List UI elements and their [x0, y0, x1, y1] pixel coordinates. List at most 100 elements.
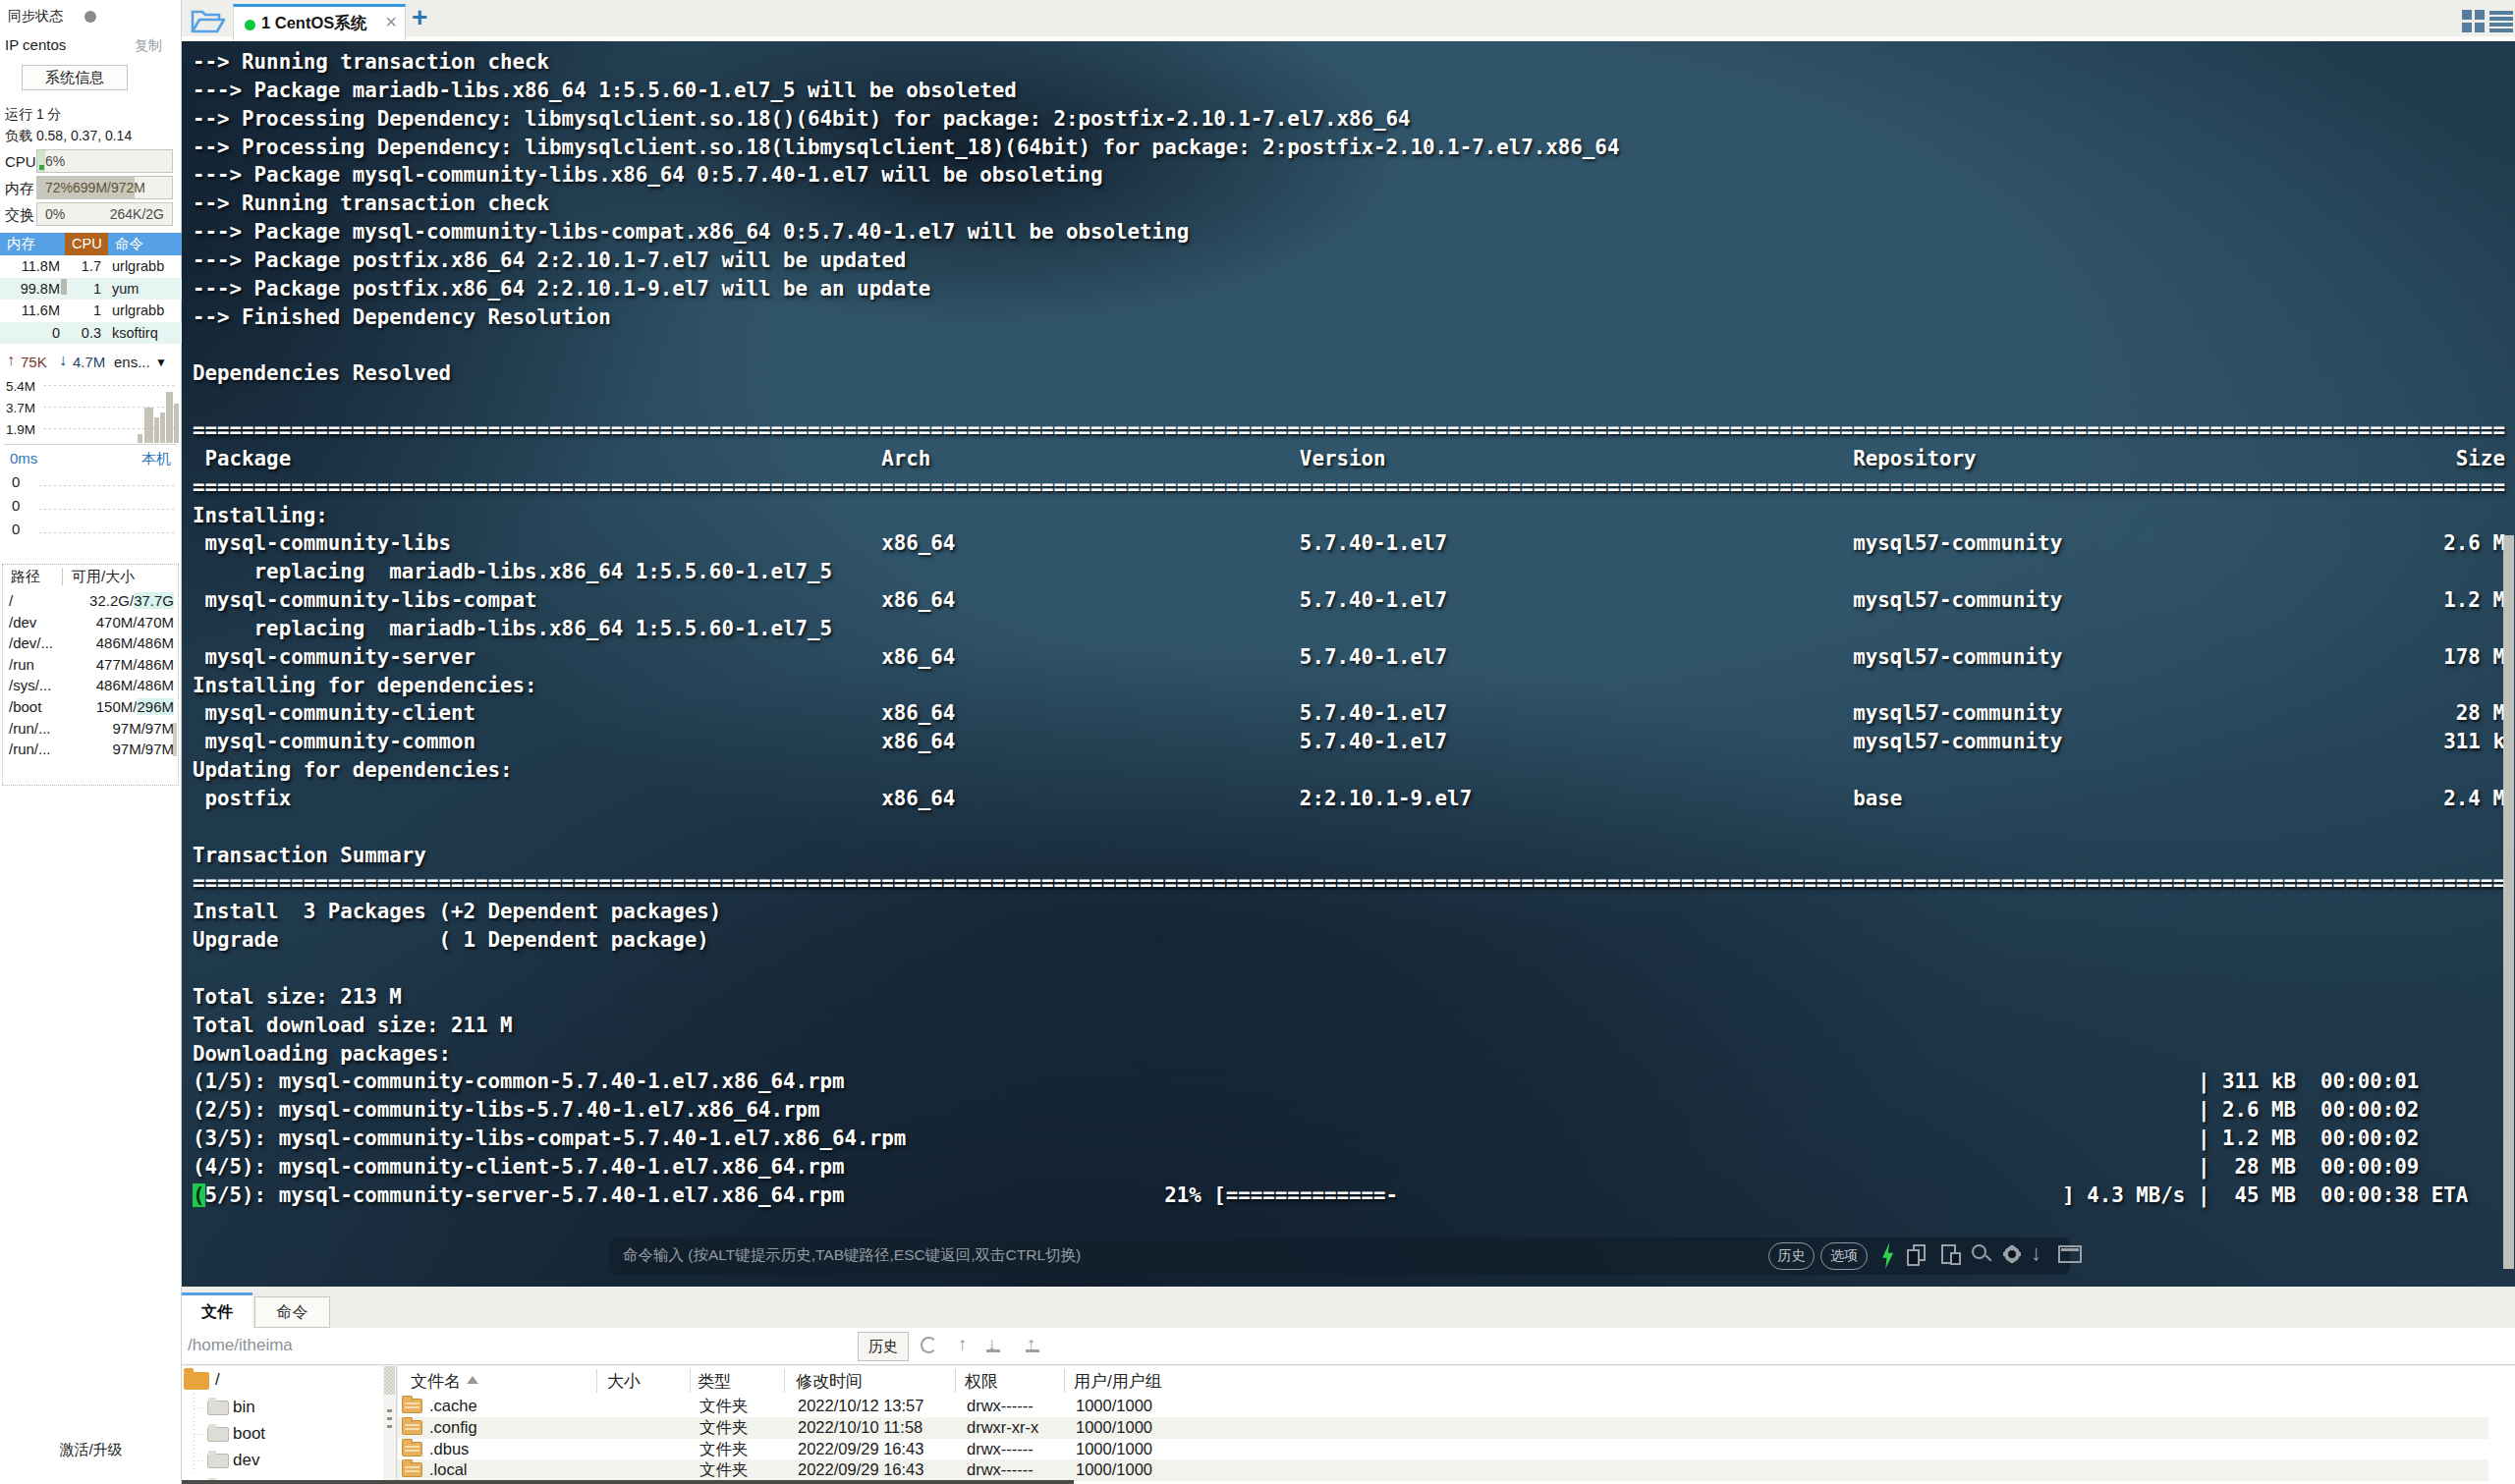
tab-status-dot — [245, 20, 255, 30]
file-table-header: 文件名 大小 类型 修改时间 权限 用户/用户组 — [398, 1366, 2515, 1396]
sidebar: 同步状态 IP centos 复制 系统信息 运行 1 分 负载 0.58, 0… — [0, 0, 182, 1484]
file-row[interactable]: .config文件夹2022/10/10 11:58drwxr-xr-x1000… — [398, 1417, 2488, 1439]
sync-status-label: 同步状态 — [8, 8, 63, 26]
cpu-bar: 6% — [36, 149, 173, 173]
download-arrow-icon[interactable]: ↓ — [2031, 1240, 2041, 1266]
ping-host[interactable]: 本机 — [141, 450, 171, 468]
system-info-button[interactable]: 系统信息 — [22, 65, 128, 90]
search-icon[interactable] — [1972, 1244, 1995, 1268]
activate-upgrade-link[interactable]: 激活/升级 — [0, 1441, 182, 1459]
folder-icon — [207, 1454, 229, 1468]
path-input[interactable]: /home/itheima — [188, 1336, 293, 1355]
folder-icon — [402, 1399, 422, 1413]
cpu-label: CPU — [5, 153, 36, 170]
folder-icon — [402, 1442, 422, 1457]
proc-header-cpu[interactable]: CPU — [65, 233, 108, 255]
file-row[interactable]: .cache文件夹2022/10/12 13:57drwx------1000/… — [398, 1396, 2488, 1417]
tree-root[interactable]: / — [215, 1370, 220, 1390]
upload-icon[interactable]: ↑ — [1027, 1334, 1036, 1355]
mount-row[interactable]: /dev470M/470M — [3, 612, 178, 633]
open-folder-icon[interactable] — [190, 7, 227, 36]
col-header[interactable]: 权限 — [965, 1370, 998, 1393]
terminal[interactable]: --> Running transaction check ---> Packa… — [182, 41, 2515, 1287]
col-header[interactable]: 文件名 — [411, 1370, 461, 1393]
folder-icon — [402, 1420, 422, 1435]
paste-icon[interactable] — [1941, 1244, 1965, 1268]
tab-close-icon[interactable]: × — [385, 11, 397, 33]
history-button[interactable]: 历史 — [1768, 1242, 1815, 1270]
copy-ip-button[interactable]: 复制 — [135, 37, 162, 55]
path-row: /home/itheima 历史 ↑ ↓ ↑ — [182, 1328, 2515, 1365]
file-table: 文件名 大小 类型 修改时间 权限 用户/用户组 .cache文件夹2022/10/12 … — [398, 1366, 2515, 1484]
net-down-value: 4.7M — [73, 354, 105, 370]
lightning-icon[interactable] — [1880, 1242, 1895, 1269]
net-iface-dropdown-icon[interactable]: ▼ — [155, 356, 167, 369]
mount-row[interactable]: /32.2G/37.7G — [3, 590, 178, 612]
tab-bar: 1 CentOS系统 × + — [182, 0, 2515, 41]
process-row[interactable]: 11.8M1.7urlgrabb — [0, 255, 182, 278]
tree-item[interactable]: dev — [233, 1451, 259, 1470]
process-row[interactable]: 11.6M1urlgrabb — [0, 300, 182, 322]
uptime-label: 运行 1 分 — [5, 106, 62, 124]
options-button[interactable]: 选项 — [1820, 1242, 1868, 1270]
tree-item[interactable]: boot — [233, 1424, 265, 1444]
mounts-scrollbar[interactable] — [173, 723, 177, 756]
col-header[interactable]: 类型 — [698, 1370, 731, 1393]
tab-title: 1 CentOS系统 — [261, 13, 366, 34]
app: 同步状态 IP centos 复制 系统信息 运行 1 分 负载 0.58, 0… — [0, 0, 2515, 1484]
file-row[interactable]: .dbus文件夹2022/09/29 16:43drwx------1000/1… — [398, 1439, 2488, 1460]
file-row[interactable]: .local文件夹2022/09/29 16:43drwx------1000/… — [398, 1459, 2488, 1481]
folder-icon — [207, 1401, 229, 1415]
mount-row[interactable]: /run/...97M/97M — [3, 718, 178, 740]
download-icon[interactable]: ↓ — [987, 1334, 997, 1355]
net-up-icon: ↑ — [7, 352, 15, 369]
command-input-hint[interactable]: 命令输入 (按ALT键提示历史,TAB键路径,ESC键返回,双击CTRL切换) — [623, 1245, 1081, 1266]
bottom-scroll-line — [182, 1480, 1074, 1484]
process-row[interactable]: 99.8M1yum — [0, 278, 182, 301]
mount-row[interactable]: /run/...97M/97M — [3, 739, 178, 760]
col-header[interactable]: 修改时间 — [796, 1370, 863, 1393]
copy-icon[interactable] — [1907, 1244, 1930, 1268]
net-down-icon: ↓ — [59, 352, 67, 369]
command-tab[interactable]: 命令 — [254, 1296, 330, 1328]
swap-label: 交换 — [5, 206, 34, 225]
proc-scrollbar[interactable] — [61, 279, 67, 295]
monitor-icon[interactable] — [2058, 1245, 2084, 1267]
list-view-icon[interactable] — [2489, 11, 2513, 32]
up-arrow-icon[interactable]: ↑ — [958, 1334, 968, 1355]
proc-header-mem[interactable]: 内存 — [0, 233, 65, 255]
proc-header-cmd[interactable]: 命令 — [108, 233, 182, 255]
sync-status-dot — [84, 11, 96, 23]
col-header[interactable]: 大小 — [607, 1370, 641, 1393]
mount-row[interactable]: /sys/...486M/486M — [3, 675, 178, 696]
ip-label: IP centos — [5, 36, 66, 53]
grid-view-icon[interactable] — [2462, 10, 2485, 32]
terminal-scrollbar[interactable] — [2503, 535, 2514, 1269]
ping-latency: 0ms — [10, 450, 37, 467]
mounts-table: 路径 可用/大小 /32.2G/37.7G/dev470M/470M/dev/.… — [2, 564, 179, 786]
sort-asc-icon — [467, 1376, 478, 1384]
file-history-button[interactable]: 历史 — [858, 1332, 909, 1361]
mount-row[interactable]: /run477M/486M — [3, 654, 178, 676]
load-label: 负载 0.58, 0.37, 0.14 — [5, 128, 132, 145]
swap-bar: 0% 264K/2G — [36, 202, 173, 226]
tab-centos[interactable]: 1 CentOS系统 × — [233, 4, 406, 41]
mounts-header-size[interactable]: 可用/大小 — [72, 568, 135, 586]
settings-gear-icon[interactable] — [2001, 1243, 2027, 1269]
net-iface[interactable]: ens... — [114, 354, 150, 370]
process-row[interactable]: 00.3ksoftirq — [0, 322, 182, 345]
tree-scrollbar[interactable] — [383, 1366, 396, 1484]
mount-row[interactable]: /dev/...486M/486M — [3, 632, 178, 654]
col-header[interactable]: 用户/用户组 — [1074, 1370, 1162, 1393]
folder-icon — [402, 1462, 422, 1477]
refresh-icon[interactable] — [921, 1337, 942, 1358]
mount-row[interactable]: /boot150M/296M — [3, 696, 178, 718]
new-tab-button[interactable]: + — [412, 2, 427, 33]
tree-item[interactable]: bin — [233, 1398, 255, 1417]
file-tree: /binbootdevetc — [182, 1366, 383, 1484]
mem-bar: 72%699M/972M — [36, 176, 173, 199]
mounts-header-path[interactable]: 路径 — [11, 568, 40, 586]
folder-icon — [207, 1427, 229, 1442]
command-bar: 命令输入 (按ALT键提示历史,TAB键路径,ESC键返回,双击CTRL切换) … — [609, 1237, 2070, 1275]
file-panel: 文件 命令 /home/itheima 历史 ↑ ↓ ↑ /binbootdev… — [182, 1287, 2515, 1484]
